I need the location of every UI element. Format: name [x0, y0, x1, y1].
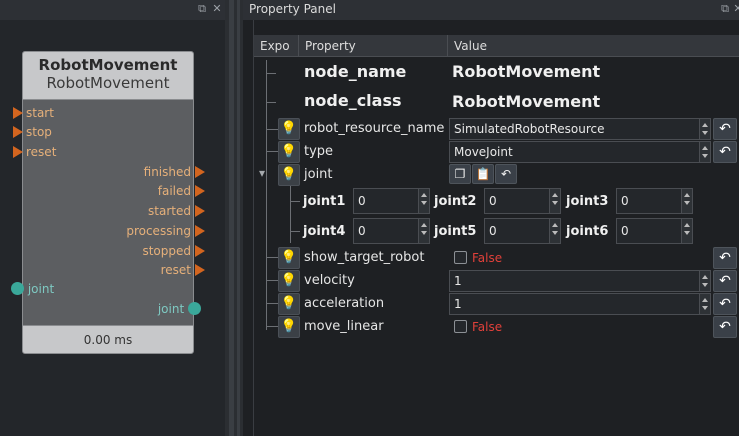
canvas-title-bar: ⧉ ✕ [0, 0, 225, 20]
column-value[interactable]: Value [448, 35, 739, 57]
move-linear-checkbox[interactable] [454, 320, 467, 333]
reset-type-button[interactable]: ↶ [713, 141, 737, 163]
output-arrow-icon [195, 225, 205, 237]
property-label-node-name: node_name [304, 62, 407, 81]
panel-title: Property Panel [249, 2, 336, 16]
column-expo[interactable]: Expo [254, 35, 299, 57]
acceleration-field[interactable]: 1 [449, 293, 711, 315]
joint6-field[interactable]: 0 [616, 218, 693, 244]
output-arrow-icon [195, 205, 205, 217]
reset-velocity-button[interactable]: ↶ [713, 270, 737, 292]
node-name-value: RobotMovement [452, 62, 601, 81]
node-title: RobotMovement [38, 56, 178, 74]
node-timing: 0.00 ms [23, 325, 193, 353]
expose-bulb-icon[interactable]: 💡 [278, 164, 300, 186]
joint3-field[interactable]: 0 [616, 188, 693, 214]
column-property[interactable]: Property [299, 35, 448, 57]
output-port-failed[interactable]: failed [158, 183, 205, 199]
robot-movement-node[interactable]: RobotMovement RobotMovement start stop r… [11, 51, 205, 354]
expose-bulb-icon[interactable]: 💡 [278, 293, 300, 315]
joint1-label: joint1 [303, 194, 346, 209]
show-target-robot-checkbox[interactable] [454, 251, 467, 264]
joint4-field[interactable]: 0 [353, 218, 430, 244]
joint2-field[interactable]: 0 [484, 188, 561, 214]
output-port-processing[interactable]: processing [126, 223, 205, 239]
property-label-node-class: node_class [304, 91, 402, 110]
output-port-reset[interactable]: reset [161, 262, 205, 278]
expose-bulb-icon[interactable]: 💡 [278, 141, 300, 163]
node-header[interactable]: RobotMovement RobotMovement [23, 52, 193, 100]
type-field[interactable]: MoveJoint [449, 141, 711, 163]
close-icon[interactable]: ✕ [211, 3, 223, 15]
input-arrow-icon [13, 146, 23, 158]
output-arrow-icon [195, 264, 205, 276]
joint6-label: joint6 [566, 224, 609, 239]
expose-bulb-icon[interactable]: 💡 [278, 270, 300, 292]
property-table-header: Expo Property Value [254, 35, 739, 57]
property-label-acceleration: acceleration [304, 296, 385, 311]
property-label-type: type [304, 144, 334, 159]
data-input-port-joint[interactable]: joint [11, 281, 54, 297]
joint2-label: joint2 [434, 194, 477, 209]
node-class-value: RobotMovement [452, 92, 601, 111]
copy-icon[interactable]: ❐ [449, 164, 471, 184]
paste-icon[interactable]: 📋 [472, 164, 494, 184]
property-label-velocity: velocity [304, 273, 355, 288]
output-port-started[interactable]: started [148, 203, 205, 219]
input-port-reset[interactable]: reset [13, 144, 56, 160]
joint3-label: joint3 [566, 194, 609, 209]
property-panel-title-bar: Property Panel ⧉ ✕ [243, 0, 739, 20]
property-label-robot-resource-name: robot_resource_name [304, 121, 445, 136]
graph-canvas[interactable]: ⧉ ✕ RobotMovement RobotMovement start st… [0, 0, 225, 436]
data-port-dot-icon [11, 282, 24, 295]
property-label-move-linear: move_linear [304, 319, 384, 334]
data-port-dot-icon [188, 302, 201, 315]
robot-resource-name-field[interactable]: SimulatedRobotResource [449, 118, 711, 140]
joint5-field[interactable]: 0 [484, 218, 561, 244]
velocity-field[interactable]: 1 [449, 270, 711, 292]
output-port-finished[interactable]: finished [144, 164, 205, 180]
joint5-label: joint5 [434, 224, 477, 239]
close-icon[interactable]: ✕ [732, 3, 739, 15]
reset-robot-resource-name-button[interactable]: ↶ [713, 118, 737, 140]
float-icon[interactable]: ⧉ [719, 3, 731, 15]
pane-splitter[interactable] [225, 0, 243, 436]
property-label-show-target-robot: show_target_robot [304, 250, 425, 265]
expose-bulb-icon[interactable]: 💡 [278, 316, 300, 338]
property-label-joint: joint [304, 167, 333, 182]
node-subtitle: RobotMovement [46, 74, 170, 92]
expose-bulb-icon[interactable]: 💡 [278, 247, 300, 269]
output-arrow-icon [195, 185, 205, 197]
reset-show-target-robot-button[interactable]: ↶ [713, 247, 737, 269]
data-output-port-joint[interactable]: joint [158, 301, 201, 317]
joint4-label: joint4 [303, 224, 346, 239]
reset-acceleration-button[interactable]: ↶ [713, 293, 737, 315]
output-arrow-icon [195, 245, 205, 257]
show-target-robot-value: False [472, 251, 503, 265]
input-arrow-icon [13, 107, 23, 119]
float-icon[interactable]: ⧉ [196, 3, 208, 15]
joint1-field[interactable]: 0 [353, 188, 430, 214]
input-arrow-icon [13, 126, 23, 138]
move-linear-value: False [472, 320, 503, 334]
input-port-stop[interactable]: stop [13, 124, 52, 140]
expose-bulb-icon[interactable]: 💡 [278, 118, 300, 140]
input-port-start[interactable]: start [13, 105, 54, 121]
expand-arrow-icon[interactable]: ▾ [259, 166, 265, 180]
undo-icon[interactable]: ↶ [495, 164, 517, 184]
output-arrow-icon [195, 166, 205, 178]
reset-move-linear-button[interactable]: ↶ [713, 316, 737, 338]
output-port-stopped[interactable]: stopped [142, 243, 205, 259]
